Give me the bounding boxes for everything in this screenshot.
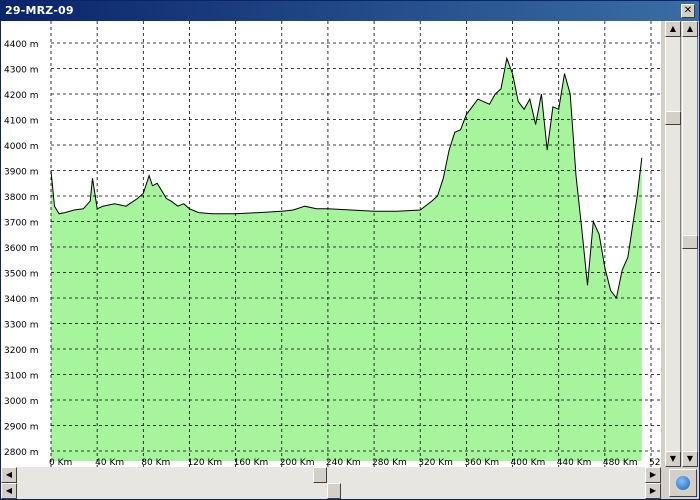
vertical-scroll-thumb-2[interactable] (682, 235, 698, 249)
x-tick-label: 240 Km (326, 458, 361, 467)
scroll-up-button-2[interactable]: ▲ (682, 21, 698, 37)
globe-icon (676, 476, 690, 490)
y-tick-label: 4000 m (4, 142, 39, 152)
vertical-scrollbars: ▲ ▼ ▲ ▼ (661, 21, 699, 467)
scroll-down-button-2[interactable]: ▼ (682, 451, 698, 467)
horizontal-scroll-thumb-2[interactable] (327, 483, 341, 499)
elevation-chart-area: 4400 m 4300 m 4200 m 4100 m 4000 m 3900 m 3800… (1, 21, 661, 467)
y-tick-label: 4300 m (4, 66, 39, 76)
x-tick-label: 480 Km (603, 458, 638, 467)
scroll-left-button[interactable]: ◀ (1, 467, 17, 483)
y-tick-label: 4400 m (4, 40, 39, 50)
y-tick-label: 3800 m (4, 193, 39, 203)
y-tick-label: 2800 m (4, 448, 39, 458)
x-tick-label: 200 Km (280, 458, 315, 467)
vertical-scrollbar-left[interactable]: ▲ ▼ (665, 21, 681, 467)
x-tick-label: 0 Km (49, 458, 72, 467)
x-tick-label: 160 Km (234, 458, 269, 467)
scroll-left-button-2[interactable]: ◀ (1, 483, 17, 499)
elevation-chart: 4400 m 4300 m 4200 m 4100 m 4000 m 3900 m 3800… (4, 21, 661, 467)
y-tick-label: 3600 m (4, 244, 39, 254)
profile-window: 29-MRZ-09 ✕ 4400 m 4300 m 4200 m 4100 m 4000… (0, 0, 700, 500)
y-tick-label: 3500 m (4, 270, 39, 280)
scroll-down-button[interactable]: ▼ (665, 451, 681, 467)
y-tick-label: 3100 m (4, 372, 39, 382)
x-tick-label: 280 Km (372, 458, 407, 467)
y-tick-label: 3000 m (4, 397, 39, 407)
x-tick-label: 440 Km (557, 458, 592, 467)
x-tick-label: 40 Km (95, 458, 124, 467)
vertical-scrollbar-right[interactable]: ▲ ▼ (682, 21, 698, 467)
x-tick-label: 320 Km (418, 458, 453, 467)
scroll-right-button-2[interactable]: ▶ (645, 483, 661, 499)
horizontal-scroll-thumb[interactable] (313, 467, 327, 483)
map-button[interactable] (669, 469, 697, 497)
window-title: 29-MRZ-09 (5, 4, 74, 17)
y-tick-label: 3300 m (4, 321, 39, 331)
y-tick-label: 4100 m (4, 117, 39, 127)
horizontal-scrollbar-bottom[interactable]: ◀ ▶ (1, 483, 661, 499)
y-tick-label: 3200 m (4, 346, 39, 356)
scroll-right-button[interactable]: ▶ (645, 467, 661, 483)
y-tick-label: 4200 m (4, 91, 39, 101)
x-tick-label: 80 Km (141, 458, 170, 467)
x-tick-label: 400 Km (511, 458, 546, 467)
vertical-scroll-thumb[interactable] (665, 111, 681, 125)
y-tick-label: 3400 m (4, 295, 39, 305)
y-tick-label: 3700 m (4, 219, 39, 229)
y-tick-label: 3900 m (4, 168, 39, 178)
x-tick-label: 52 (649, 458, 660, 467)
elevation-area (51, 58, 642, 462)
close-button[interactable]: ✕ (681, 4, 695, 18)
title-bar[interactable]: 29-MRZ-09 ✕ (1, 1, 699, 21)
horizontal-scrollbar-top[interactable]: ◀ ▶ (1, 467, 661, 483)
scroll-up-button[interactable]: ▲ (665, 21, 681, 37)
x-tick-label: 120 Km (187, 458, 222, 467)
y-tick-label: 2900 m (4, 423, 39, 433)
x-tick-label: 360 Km (464, 458, 499, 467)
